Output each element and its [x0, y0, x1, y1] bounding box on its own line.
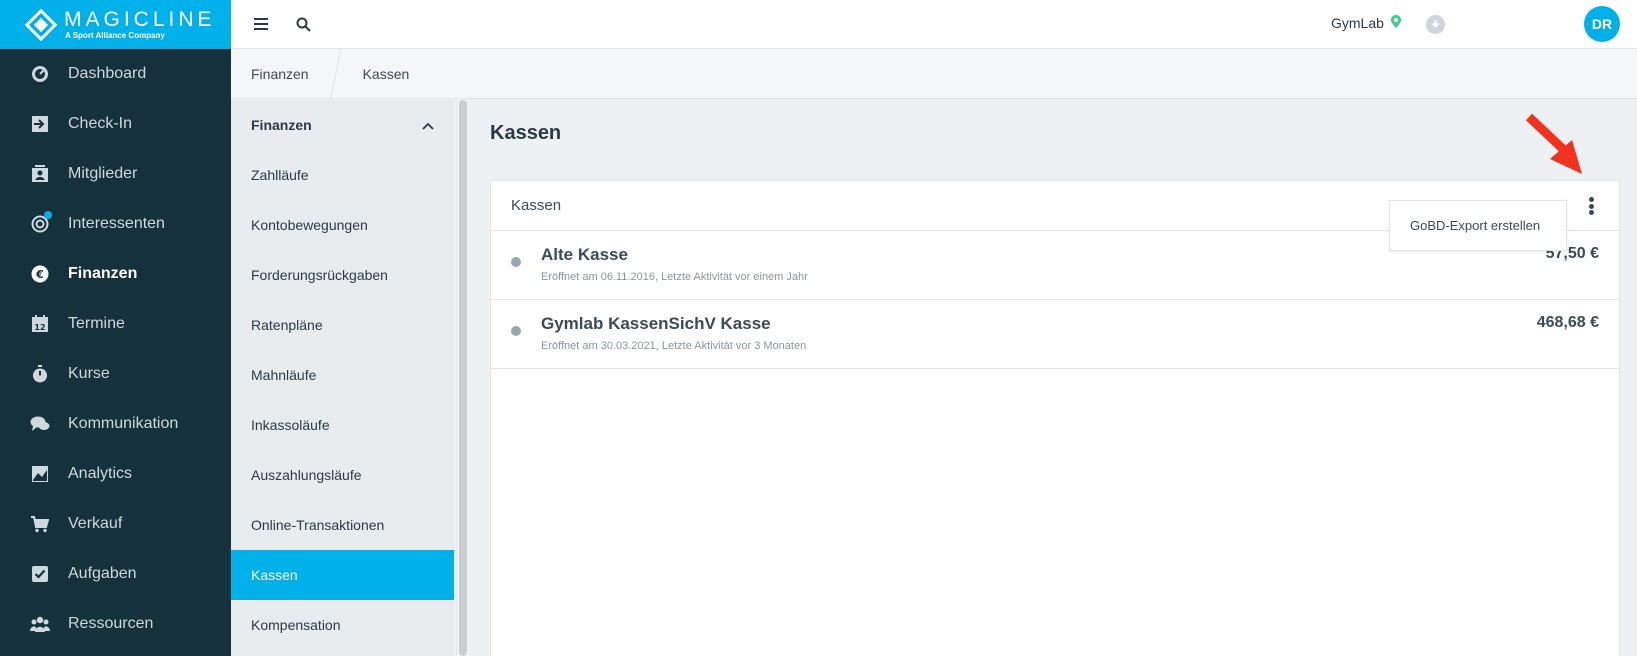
register-name: Alte Kasse — [541, 245, 628, 264]
studio-name: GymLab — [1331, 15, 1384, 31]
register-details: Eröffnet am 30.03.2021, Letzte Aktivität… — [541, 340, 807, 352]
list-item[interactable]: Gymlab KassenSichV Kasse Eröffnet am 30.… — [491, 300, 1619, 369]
euro-icon: € — [30, 264, 50, 284]
page-title: Kassen — [490, 122, 562, 144]
nav-label: Termine — [68, 315, 125, 332]
nav-item-check-in[interactable]: Check-In — [0, 99, 231, 149]
cash-registers-card: Kassen Alte Kasse Eröffnet am 06.11.2016… — [490, 180, 1620, 656]
status-dot — [511, 257, 521, 267]
nav-label: Kommunikation — [68, 415, 179, 432]
nav-item-kurse[interactable]: Kurse — [0, 349, 231, 399]
calendar-icon: 12 — [30, 314, 50, 334]
gobd-export-menu-item[interactable]: GoBD-Export erstellen — [1389, 200, 1567, 251]
breadcrumb: Finanzen Kassen — [231, 49, 1637, 99]
subnav-item-inkassolaeufe[interactable]: Inkassoläufe — [231, 400, 454, 450]
chevron-up-icon — [422, 117, 434, 133]
subnav-item-kassen[interactable]: Kassen — [231, 550, 454, 600]
notification-dot — [44, 211, 52, 219]
subnav-item-auszahlungslaeufe[interactable]: Auszahlungsläufe — [231, 450, 454, 500]
finance-subnav: Finanzen Zahlläufe Kontobewegungen Forde… — [231, 100, 454, 656]
subnav-item-mahnlaeufe[interactable]: Mahnläufe — [231, 350, 454, 400]
nav-item-ressourcen[interactable]: Ressourcen — [0, 599, 231, 649]
chart-icon — [30, 464, 50, 484]
nav-label: Analytics — [68, 465, 133, 482]
check-in-icon — [30, 114, 50, 134]
nav-item-termine[interactable]: 12 Termine — [0, 299, 231, 349]
nav-label: Kurse — [68, 365, 110, 382]
nav-item-dashboard[interactable]: Dashboard — [0, 49, 231, 99]
brand-logo[interactable]: MAGICLINE A Sport Alliance Company — [0, 0, 231, 49]
nav-item-aufgaben[interactable]: Aufgaben — [0, 549, 231, 599]
subnav-item-zahllaeufe[interactable]: Zahlläufe — [231, 150, 454, 200]
studio-selector[interactable]: GymLab — [1331, 15, 1401, 31]
register-details: Eröffnet am 06.11.2016, Letzte Aktivität… — [541, 271, 808, 283]
nav-label: Check-In — [68, 115, 133, 132]
register-balance: 468,68 € — [1536, 314, 1599, 331]
breadcrumb-item-finanzen[interactable]: Finanzen — [231, 49, 329, 99]
breadcrumb-separator — [329, 49, 343, 99]
nav-label: Aufgaben — [68, 565, 137, 582]
status-dot — [511, 326, 521, 336]
subnav-header-label: Finanzen — [251, 117, 312, 133]
card-title: Kassen — [511, 197, 562, 214]
nav-label: Verkauf — [68, 515, 123, 532]
nav-label: Dashboard — [68, 65, 147, 82]
nav-item-kommunikation[interactable]: Kommunikation — [0, 399, 231, 449]
nav-label: Ressourcen — [68, 615, 154, 632]
dashboard-icon — [30, 64, 50, 84]
svg-text:€: € — [35, 268, 44, 281]
members-icon — [30, 164, 50, 184]
main-navigation: MAGICLINE A Sport Alliance Company Dashb… — [0, 0, 231, 656]
subnav-item-kontobewegungen[interactable]: Kontobewegungen — [231, 200, 454, 250]
brand-tagline: A Sport Alliance Company — [65, 30, 165, 40]
nav-item-analytics[interactable]: Analytics — [0, 449, 231, 499]
nav-item-verkauf[interactable]: Verkauf — [0, 499, 231, 549]
magicline-logo-icon — [24, 8, 58, 42]
people-icon — [30, 614, 50, 634]
top-bar: GymLab DR — [231, 0, 1637, 49]
scrollbar-thumb[interactable] — [459, 100, 467, 656]
subnav-item-forderungsrueckgaben[interactable]: Forderungsrückgaben — [231, 250, 454, 300]
red-arrow-annotation — [1525, 113, 1582, 174]
stopwatch-icon — [30, 364, 50, 384]
menu-icon[interactable] — [251, 14, 271, 34]
avatar[interactable]: DR — [1584, 6, 1620, 42]
subnav-item-ratenplaene[interactable]: Ratenpläne — [231, 300, 454, 350]
nav-label: Finanzen — [68, 265, 138, 282]
checkbox-icon — [30, 564, 50, 584]
subnav-item-online-transaktionen[interactable]: Online-Transaktionen — [231, 500, 454, 550]
search-icon[interactable] — [293, 14, 313, 34]
nav-item-interessenten[interactable]: Interessenten — [0, 199, 231, 249]
download-icon[interactable] — [1426, 15, 1445, 34]
location-pin-icon — [1390, 15, 1401, 31]
breadcrumb-item-kassen: Kassen — [362, 65, 410, 82]
cart-icon — [30, 514, 50, 534]
register-name: Gymlab KassenSichV Kasse — [541, 314, 771, 333]
chat-icon — [30, 414, 50, 434]
nav-label: Interessenten — [68, 215, 165, 232]
nav-item-mitglieder[interactable]: Mitglieder — [0, 149, 231, 199]
subnav-scrollbar[interactable] — [456, 100, 468, 656]
leads-icon — [30, 211, 52, 234]
subnav-item-kompensation[interactable]: Kompensation — [231, 600, 454, 650]
calendar-day: 12 — [34, 323, 45, 332]
nav-item-finanzen[interactable]: € Finanzen — [0, 249, 231, 299]
nav-label: Mitglieder — [68, 165, 138, 182]
brand-name: MAGICLINE — [64, 7, 216, 31]
more-options-icon[interactable] — [1581, 195, 1601, 217]
subnav-header-finanzen[interactable]: Finanzen — [231, 100, 454, 150]
